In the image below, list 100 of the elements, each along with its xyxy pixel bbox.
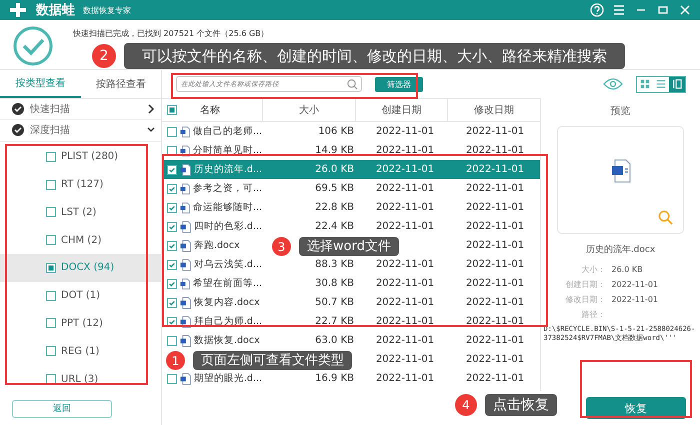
file-type-item[interactable]: LST (2) (0, 198, 161, 226)
modified-date: 2022-11-01 (466, 335, 524, 346)
file-name: 对乌云浅笑.d... (194, 258, 262, 271)
field-label: 大小： (580, 264, 606, 275)
file-size: 63.0 KB (315, 335, 354, 346)
file-row[interactable]: 做自己的老师... 106 KB 2022-11-01 2022-11-01 (162, 122, 540, 141)
file-type-item[interactable]: CHM (2) (0, 226, 161, 254)
checkbox[interactable] (167, 240, 177, 250)
sidebar-tab[interactable]: 按类型查看 (0, 70, 80, 98)
file-name: 四时的色彩.d... (194, 220, 262, 233)
word-document-icon (180, 296, 191, 308)
checkbox[interactable] (46, 180, 56, 190)
file-row[interactable]: 四时的色彩.d... 22.4 KB 2022-11-01 2022-11-01 (162, 217, 540, 236)
frog-logo-icon (8, 2, 28, 18)
file-size: 106 KB (318, 126, 354, 137)
checkbox[interactable] (167, 298, 177, 308)
checkbox[interactable] (46, 318, 56, 328)
file-name: 参考之资，可... (192, 182, 262, 195)
word-document-icon (180, 182, 190, 194)
field-label: 修改日期： (564, 294, 606, 305)
file-row[interactable]: 数据恢复.docx 63.0 KB 2022-11-01 2022-11-01 (162, 331, 540, 350)
file-name: 历史的流年.d... (194, 163, 262, 176)
word-document-icon (180, 258, 191, 270)
file-name: 做自己的老师... (192, 125, 262, 138)
file-row[interactable]: 拜自己为师.d... 22.7 KB 2022-11-01 2022-11-01 (162, 312, 540, 331)
column-header[interactable]: 创建日期 (354, 99, 448, 121)
word-document-icon (180, 164, 191, 176)
checkbox[interactable] (46, 207, 56, 218)
checkbox[interactable] (46, 346, 56, 356)
checkbox[interactable] (167, 222, 177, 232)
word-document-icon (180, 144, 190, 156)
scan-group-label[interactable]: 快速扫描 (30, 102, 140, 116)
checkbox[interactable] (167, 336, 177, 346)
file-row[interactable]: 恢复内容.docx 50.7 KB 2022-11-01 2022-11-01 (162, 293, 540, 312)
menu-icon[interactable] (612, 3, 626, 17)
file-row[interactable]: 希望在前面等... 30.8 KB 2022-11-01 2022-11-01 (162, 274, 540, 293)
recover-button[interactable]: 恢复 (586, 397, 686, 419)
close-icon[interactable] (678, 3, 692, 17)
file-type-item[interactable]: RT (127) (0, 170, 161, 198)
checkbox[interactable] (46, 235, 56, 246)
callout-tooltip: 点击恢复 (485, 394, 557, 416)
checkbox[interactable] (167, 202, 177, 212)
detail-view-icon[interactable] (669, 76, 685, 92)
created-date: 2022-11-01 (376, 259, 434, 270)
file-row[interactable]: 期望的眼光.d... 16.9 KB 2022-11-01 2022-11-01 (162, 369, 540, 388)
created-date: 2022-11-01 (376, 183, 434, 194)
column-header[interactable]: 大小 (262, 99, 355, 121)
file-type-item[interactable]: DOT (1) (0, 282, 161, 310)
created-date: 2022-11-01 (376, 354, 434, 365)
checkbox[interactable] (46, 374, 56, 384)
checkbox[interactable] (167, 278, 177, 288)
created-date: 2022-11-01 (376, 297, 434, 308)
step-number-badge: 1 (166, 351, 185, 370)
callout-tooltip: 页面左侧可查看文件类型 (193, 351, 352, 370)
checkbox[interactable] (167, 374, 177, 384)
column-header[interactable]: 修改日期 (447, 99, 540, 121)
checkbox[interactable] (46, 290, 56, 301)
checkbox[interactable] (167, 260, 177, 270)
file-type-item[interactable]: PLIST (280) (0, 142, 161, 171)
modified-date: 2022-11-01 (466, 278, 524, 289)
magnifier-icon[interactable] (658, 210, 673, 225)
step-number-badge: 2 (92, 44, 116, 68)
help-icon[interactable] (590, 3, 604, 17)
file-size: 16.9 KB (315, 373, 354, 384)
checkbox[interactable] (167, 316, 177, 326)
file-name: 拜自己为师.d... (194, 315, 262, 328)
check-circle-icon (13, 26, 53, 66)
checkbox[interactable] (167, 146, 177, 156)
checkbox[interactable] (46, 262, 56, 273)
step-number-badge: 4 (455, 394, 477, 416)
sidebar-tab[interactable]: 按路径查看 (80, 70, 161, 98)
created-date: 2022-11-01 (376, 202, 434, 213)
file-size: 22.7 KB (315, 316, 354, 327)
checkbox[interactable] (167, 184, 177, 194)
back-button[interactable]: 返回 (12, 400, 112, 418)
file-row[interactable]: 对乌云浅笑.d... 88.3 KB 2022-11-01 2022-11-01 (162, 255, 540, 274)
column-header[interactable]: 名称 (200, 103, 220, 117)
filter-button[interactable]: 筛选器 (375, 76, 423, 92)
file-row[interactable]: 分时简单见时... 14.9 KB 2022-11-01 2022-11-01 (162, 141, 540, 160)
chevron-right-icon[interactable] (146, 104, 156, 114)
eye-icon[interactable] (603, 78, 623, 90)
select-all-checkbox[interactable] (167, 105, 177, 115)
created-date: 2022-11-01 (376, 278, 434, 289)
checkbox[interactable] (167, 164, 177, 174)
checkbox[interactable] (46, 152, 56, 162)
modified-date: 2022-11-01 (466, 259, 524, 270)
file-row[interactable]: 参考之资，可... 69.5 KB 2022-11-01 2022-11-01 (162, 179, 540, 198)
file-size: 26.0 KB (315, 164, 354, 175)
file-type-item[interactable]: PPT (12) (0, 310, 161, 338)
file-row[interactable]: 命运能够随时... 22.8 KB 2022-11-01 2022-11-01 (162, 198, 540, 217)
file-row[interactable]: 历史的流年.d... 26.0 KB 2022-11-01 2022-11-01 (162, 160, 540, 179)
file-type-item[interactable]: REG (1) (0, 337, 161, 366)
file-name: 希望在前面等... (192, 277, 262, 290)
scan-group-label[interactable]: 深度扫描 (30, 123, 140, 138)
word-document-icon (180, 220, 191, 232)
file-type-item[interactable]: URL (3) (0, 365, 161, 393)
checkbox[interactable] (167, 126, 177, 136)
app-name: 数据蛙 (36, 2, 75, 19)
word-document-icon (180, 202, 190, 214)
file-size: 69.5 KB (315, 183, 354, 194)
